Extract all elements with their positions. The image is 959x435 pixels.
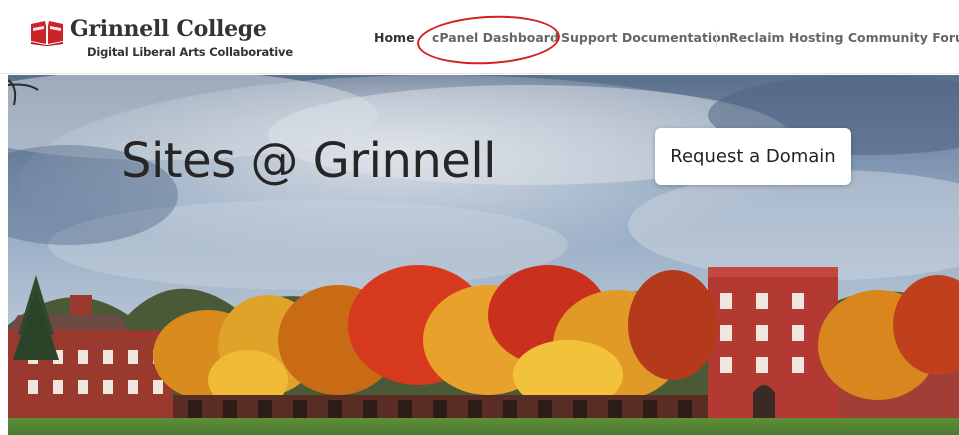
nav-divider [553,31,554,47]
nav-item-cpanel-dashboard[interactable]: cPanel Dashboard [432,30,559,45]
nav-item-home[interactable]: Home [374,30,415,45]
nav-divider [716,31,717,47]
hero-banner: Sites @ Grinnell Request a Domain [8,75,959,435]
brand-subtitle: Digital Liberal Arts Collaborative [87,45,293,59]
nav-item-support-documentation[interactable]: Support Documentation [561,30,730,45]
request-domain-button[interactable]: Request a Domain [655,128,851,185]
nav-item-reclaim-hosting-forums[interactable]: Reclaim Hosting Community Forums [729,30,959,45]
book-logo-icon [31,21,63,46]
site-header: Grinnell College Digital Liberal Arts Co… [0,0,959,74]
site-logo[interactable]: Grinnell College Digital Liberal Arts Co… [30,16,293,64]
brand-title: Grinnell College [70,16,267,42]
hero-title: Sites @ Grinnell [121,133,497,189]
